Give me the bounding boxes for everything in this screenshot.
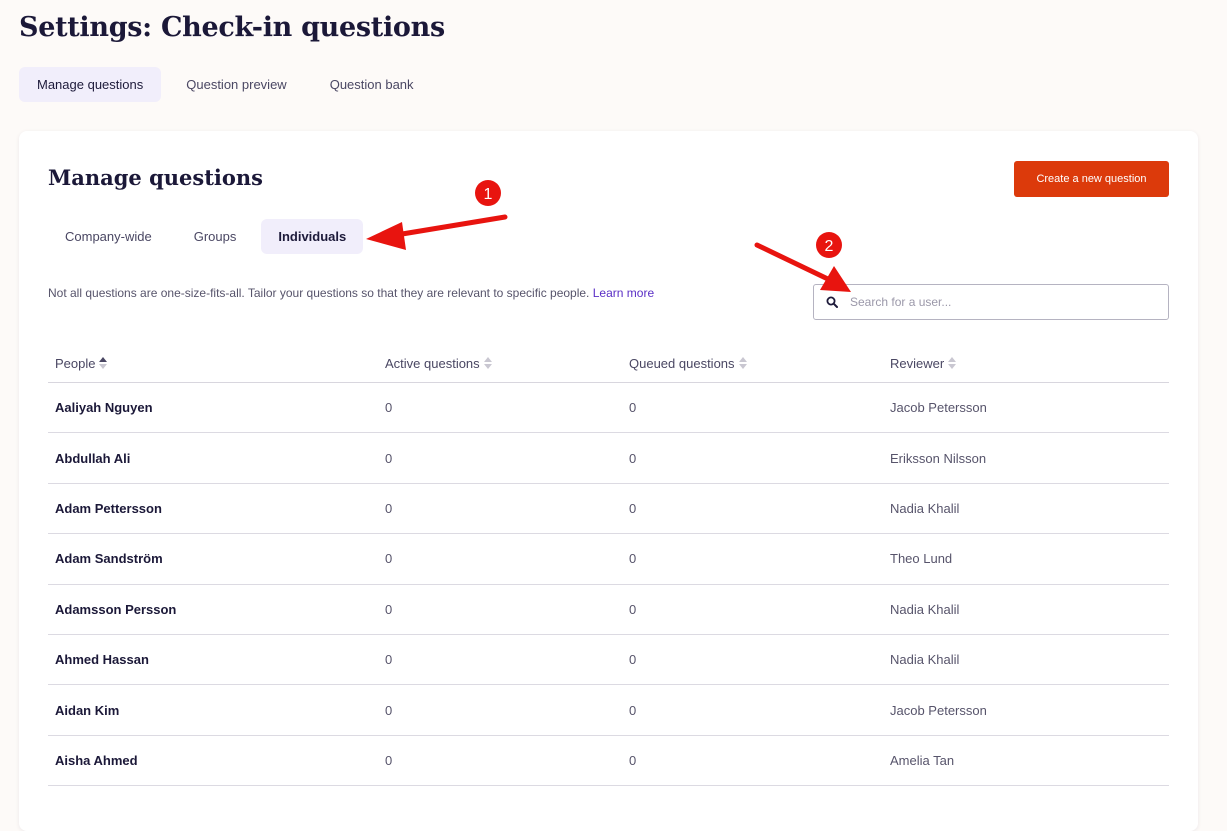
create-question-button[interactable]: Create a new question — [1014, 161, 1169, 197]
cell-person[interactable]: Ahmed Hassan — [48, 652, 385, 667]
sub-tabs: Company-wide Groups Individuals — [48, 219, 371, 254]
tab-question-bank[interactable]: Question bank — [312, 67, 432, 102]
cell-active-questions: 0 — [385, 500, 393, 516]
cell-reviewer: Theo Lund — [890, 551, 953, 567]
tab-manage-questions[interactable]: Manage questions — [19, 67, 162, 102]
card-title: Manage questions — [48, 165, 263, 190]
search-input[interactable] — [850, 295, 1150, 309]
cell-queued-questions: 0 — [629, 601, 637, 617]
table-row[interactable]: Ahmed Hassan 0 0 Nadia Khalil — [48, 635, 1169, 686]
cell-queued-questions: 0 — [629, 702, 637, 718]
tab-question-preview[interactable]: Question preview — [168, 67, 304, 102]
table-row[interactable]: Abdullah Ali 0 0 Eriksson Nilsson — [48, 433, 1169, 484]
cell-queued-questions: 0 — [629, 450, 637, 466]
column-header-active-questions[interactable]: Active questions — [385, 356, 629, 371]
table-row[interactable]: Adam Pettersson 0 0 Nadia Khalil — [48, 484, 1169, 535]
table-row[interactable]: Adamsson Persson 0 0 Nadia Khalil — [48, 585, 1169, 635]
cell-queued-questions: 0 — [629, 652, 637, 668]
table-row[interactable]: Aisha Ahmed 0 0 Amelia Tan — [48, 736, 1169, 787]
people-table: People Active questions Queued questions… — [48, 344, 1169, 787]
top-tabs: Manage questions Question preview Questi… — [19, 67, 439, 102]
cell-active-questions: 0 — [385, 652, 393, 668]
subtab-groups[interactable]: Groups — [177, 219, 254, 254]
manage-questions-card: Manage questions Create a new question C… — [19, 131, 1198, 831]
subtab-individuals[interactable]: Individuals — [261, 219, 364, 254]
cell-person[interactable]: Abdullah Ali — [48, 451, 385, 466]
page-title: Settings: Check-in questions — [19, 12, 445, 43]
cell-reviewer: Amelia Tan — [890, 752, 955, 768]
column-label: Queued questions — [629, 355, 735, 371]
cell-queued-questions: 0 — [629, 500, 637, 516]
learn-more-link[interactable]: Learn more — [593, 286, 654, 300]
column-header-queued-questions[interactable]: Queued questions — [629, 356, 890, 371]
cell-reviewer: Jacob Petersson — [890, 702, 987, 718]
column-label: Active questions — [385, 355, 480, 371]
cell-active-questions: 0 — [385, 752, 393, 768]
sort-icon — [738, 356, 748, 370]
column-label: Reviewer — [890, 355, 945, 371]
cell-reviewer: Nadia Khalil — [890, 652, 960, 668]
cell-active-questions: 0 — [385, 450, 393, 466]
column-header-reviewer[interactable]: Reviewer — [890, 356, 1169, 371]
description-text: Not all questions are one-size-fits-all.… — [48, 286, 590, 300]
cell-reviewer: Jacob Petersson — [890, 400, 987, 416]
cell-reviewer: Nadia Khalil — [890, 601, 960, 617]
cell-person[interactable]: Adam Sandström — [48, 551, 385, 566]
cell-reviewer: Nadia Khalil — [890, 500, 960, 516]
cell-queued-questions: 0 — [629, 400, 637, 416]
sort-icon — [483, 356, 493, 370]
cell-person[interactable]: Aisha Ahmed — [48, 753, 385, 768]
cell-queued-questions: 0 — [629, 752, 637, 768]
table-header: People Active questions Queued questions… — [48, 344, 1169, 383]
cell-person[interactable]: Aaliyah Nguyen — [48, 400, 385, 415]
cell-reviewer: Eriksson Nilsson — [890, 450, 987, 466]
cell-person[interactable]: Aidan Kim — [48, 703, 385, 718]
sort-icon — [948, 356, 957, 370]
cell-active-questions: 0 — [385, 551, 393, 567]
table-row[interactable]: Aidan Kim 0 0 Jacob Petersson — [48, 685, 1169, 736]
user-search[interactable] — [813, 284, 1169, 320]
table-row[interactable]: Aaliyah Nguyen 0 0 Jacob Petersson — [48, 383, 1169, 434]
column-label: People — [55, 355, 96, 371]
subtab-company-wide[interactable]: Company-wide — [48, 219, 169, 254]
cell-active-questions: 0 — [385, 702, 393, 718]
cell-queued-questions: 0 — [629, 551, 637, 567]
column-header-people[interactable]: People — [48, 356, 385, 371]
sort-icon — [99, 356, 108, 370]
cell-person[interactable]: Adam Pettersson — [48, 501, 385, 516]
cell-active-questions: 0 — [385, 400, 393, 416]
cell-active-questions: 0 — [385, 601, 393, 617]
cell-person[interactable]: Adamsson Persson — [48, 602, 385, 617]
search-icon — [814, 296, 850, 308]
table-row[interactable]: Adam Sandström 0 0 Theo Lund — [48, 534, 1169, 585]
description: Not all questions are one-size-fits-all.… — [48, 286, 654, 300]
